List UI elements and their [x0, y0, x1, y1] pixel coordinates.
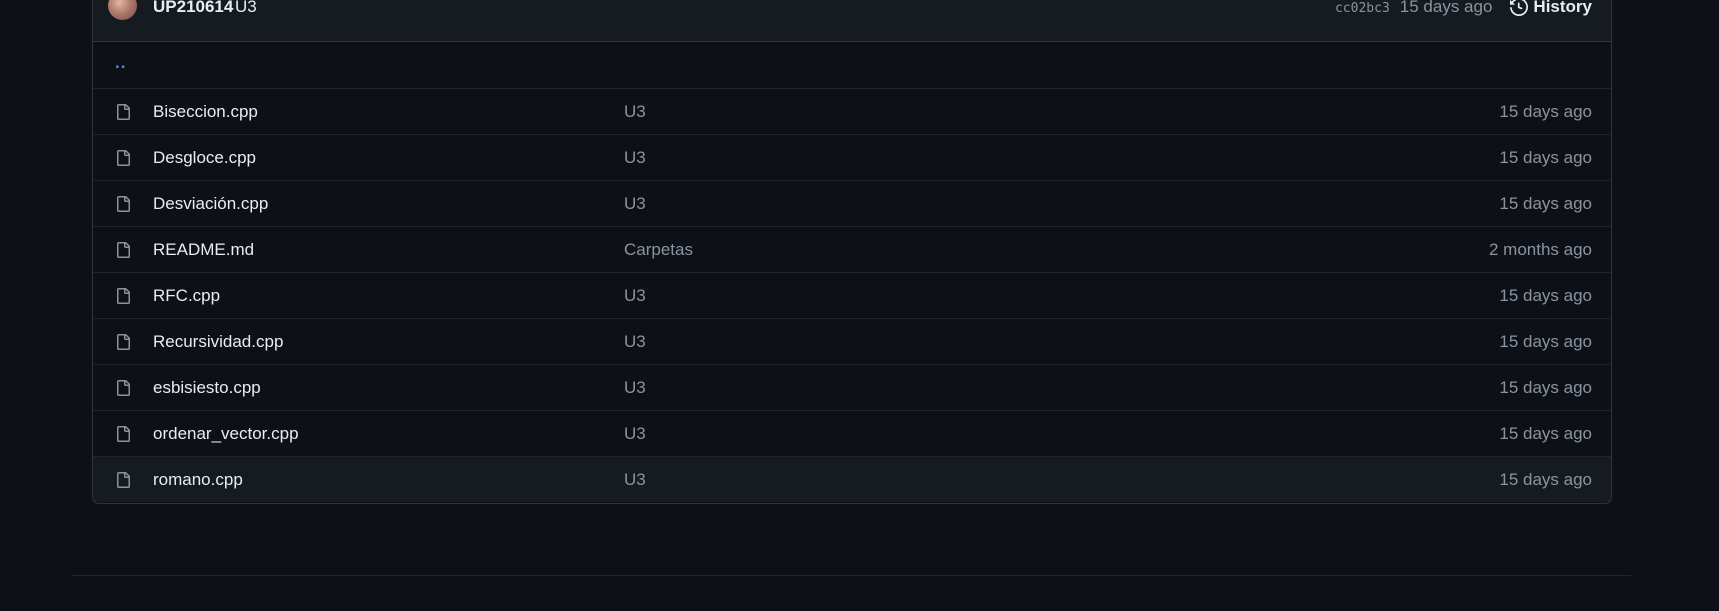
file-commit-date: 2 months ago — [1488, 240, 1592, 259]
file-name-link[interactable]: Biseccion.cpp — [153, 102, 258, 122]
latest-commit-header: UP210614 U3 cc02bc3 15 days ago History — [93, 0, 1611, 42]
history-label: History — [1533, 0, 1592, 16]
file-icon — [115, 287, 131, 305]
commit-time: 15 days ago — [1399, 0, 1493, 16]
avatar[interactable] — [108, 0, 137, 20]
file-row[interactable]: Desgloce.cpp U3 15 days ago — [93, 134, 1611, 180]
file-icon — [115, 103, 131, 121]
footer-divider — [72, 575, 1631, 576]
file-list: Biseccion.cpp U3 15 days ago Desgloce.cpp U3… — [93, 88, 1611, 502]
history-button[interactable]: History — [1510, 0, 1592, 17]
file-icon — [115, 425, 131, 443]
file-icon — [115, 471, 131, 489]
file-name-link[interactable]: Recursividad.cpp — [153, 332, 283, 352]
file-row[interactable]: Biseccion.cpp U3 15 days ago — [93, 88, 1611, 134]
file-commit-date: 15 days ago — [1499, 286, 1592, 305]
file-name-link[interactable]: Desviación.cpp — [153, 194, 268, 214]
file-icon — [115, 379, 131, 397]
file-icon — [115, 241, 131, 259]
file-commit-date: 15 days ago — [1499, 424, 1592, 443]
file-commit-message-link[interactable]: Carpetas — [624, 240, 693, 260]
file-commit-message-link[interactable]: U3 — [624, 102, 646, 122]
file-row[interactable]: ordenar_vector.cpp U3 15 days ago — [93, 410, 1611, 456]
file-commit-date: 15 days ago — [1499, 148, 1592, 167]
parent-dir-link[interactable]: .. — [115, 53, 126, 73]
file-row[interactable]: README.md Carpetas 2 months ago — [93, 226, 1611, 272]
file-commit-message-link[interactable]: U3 — [624, 148, 646, 168]
file-commit-date: 15 days ago — [1499, 470, 1592, 489]
file-commit-message-link[interactable]: U3 — [624, 378, 646, 398]
file-row[interactable]: esbisiesto.cpp U3 15 days ago — [93, 364, 1611, 410]
commit-author-link[interactable]: UP210614 — [153, 0, 233, 17]
file-commit-date: 15 days ago — [1499, 194, 1592, 213]
file-row[interactable]: Recursividad.cpp U3 15 days ago — [93, 318, 1611, 364]
parent-dir-row[interactable]: .. — [93, 42, 1611, 88]
file-row[interactable]: romano.cpp U3 15 days ago — [93, 456, 1611, 502]
file-commit-date: 15 days ago — [1499, 102, 1592, 121]
file-commit-message-link[interactable]: U3 — [624, 286, 646, 306]
file-icon — [115, 149, 131, 167]
file-name-link[interactable]: Desgloce.cpp — [153, 148, 256, 168]
commit-sha-link[interactable]: cc02bc3 — [1335, 1, 1390, 16]
file-browser: UP210614 U3 cc02bc3 15 days ago History … — [92, 0, 1612, 504]
file-name-link[interactable]: README.md — [153, 240, 254, 260]
commit-message-link[interactable]: U3 — [235, 0, 257, 17]
file-icon — [115, 195, 131, 213]
history-icon — [1510, 0, 1529, 16]
file-row[interactable]: Desviación.cpp U3 15 days ago — [93, 180, 1611, 226]
file-row[interactable]: RFC.cpp U3 15 days ago — [93, 272, 1611, 318]
file-commit-message-link[interactable]: U3 — [624, 332, 646, 352]
file-commit-message-link[interactable]: U3 — [624, 424, 646, 444]
commit-meta: cc02bc3 15 days ago History — [1335, 0, 1592, 17]
file-commit-date: 15 days ago — [1499, 378, 1592, 397]
file-name-link[interactable]: esbisiesto.cpp — [153, 378, 261, 398]
file-name-link[interactable]: romano.cpp — [153, 470, 243, 490]
file-name-link[interactable]: ordenar_vector.cpp — [153, 424, 299, 444]
file-icon — [115, 333, 131, 351]
file-commit-message-link[interactable]: U3 — [624, 194, 646, 214]
file-commit-message-link[interactable]: U3 — [624, 470, 646, 490]
file-commit-date: 15 days ago — [1499, 332, 1592, 351]
file-name-link[interactable]: RFC.cpp — [153, 286, 220, 306]
